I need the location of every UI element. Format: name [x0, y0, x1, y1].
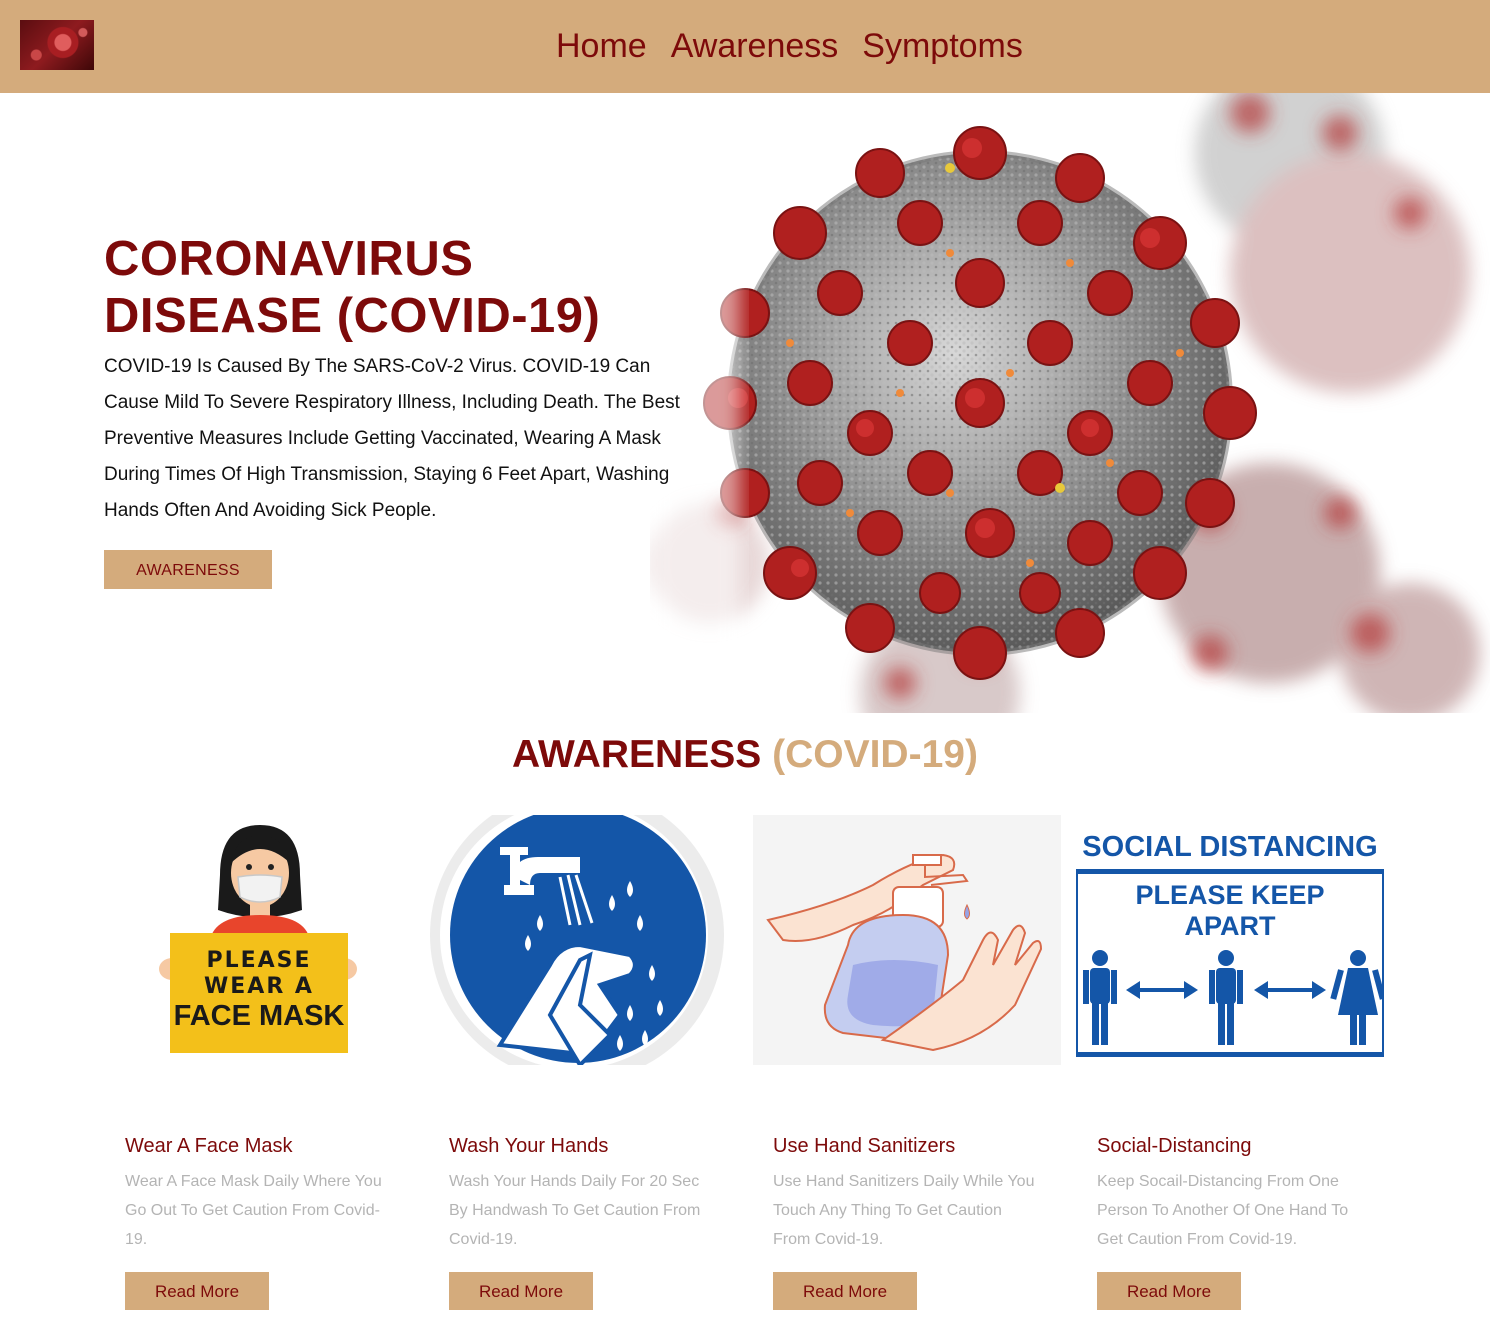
read-more-button[interactable]: Read More	[1097, 1272, 1241, 1310]
awareness-button[interactable]: AWARENESS	[104, 550, 272, 589]
read-more-button[interactable]: Read More	[449, 1272, 593, 1310]
card-title: Wear A Face Mask	[125, 1135, 293, 1157]
awareness-section-title: AWARENESS (COVID-19)	[0, 732, 1490, 778]
awareness-title-main: AWARENESS	[512, 733, 762, 776]
site-logo[interactable]	[20, 20, 94, 70]
card-title: Use Hand Sanitizers	[773, 1135, 956, 1157]
mask-sign-line3: FACE MASK	[174, 1000, 345, 1032]
wash-hands-image	[430, 815, 738, 1065]
nav-link-symptoms[interactable]: Symptoms	[862, 26, 1023, 66]
card-text: Use Hand Sanitizers Daily While You Touc…	[773, 1173, 1035, 1248]
card-title: Social-Distancing	[1097, 1135, 1252, 1157]
awareness-title-accent: (COVID-19)	[772, 733, 978, 776]
mask-sign-line1: PLEASE	[206, 948, 311, 973]
card-text: Wash Your Hands Daily For 20 Sec By Hand…	[449, 1173, 701, 1248]
read-more-button[interactable]: Read More	[773, 1272, 917, 1310]
coronavirus-hero-image	[650, 93, 1490, 713]
distancing-sign-line2: PLEASE KEEP	[1135, 880, 1324, 910]
nav-link-home[interactable]: Home	[556, 26, 647, 66]
hero-title: CORONAVIRUS DISEASE (COVID-19)	[104, 231, 664, 345]
face-mask-image: PLEASE WEAR A FACE MASK	[110, 815, 418, 1065]
hero-description: COVID-19 Is Caused By The SARS-CoV-2 Vir…	[104, 356, 680, 521]
social-distancing-image: SOCIAL DISTANCING PLEASE KEEP APART	[1076, 815, 1384, 1065]
hand-sanitizer-image	[753, 815, 1061, 1065]
navbar: Home Awareness Symptoms	[0, 0, 1490, 93]
nav-link-awareness[interactable]: Awareness	[671, 26, 839, 66]
card-text: Keep Socail-Distancing From One Person T…	[1097, 1173, 1349, 1248]
mask-sign-line2: WEAR A	[204, 974, 314, 999]
hero-section: CORONAVIRUS DISEASE (COVID-19) COVID-19 …	[0, 93, 1490, 713]
hero-title-line1: CORONAVIRUS	[104, 232, 474, 286]
card-title: Wash Your Hands	[449, 1135, 609, 1157]
hero-title-line2: DISEASE (COVID-19)	[104, 289, 601, 343]
card-text: Wear A Face Mask Daily Where You Go Out …	[125, 1173, 382, 1248]
read-more-button[interactable]: Read More	[125, 1272, 269, 1310]
distancing-sign-line3: APART	[1185, 911, 1277, 941]
distancing-sign-title: SOCIAL DISTANCING	[1082, 831, 1377, 863]
nav-links: Home Awareness Symptoms	[556, 26, 1023, 66]
